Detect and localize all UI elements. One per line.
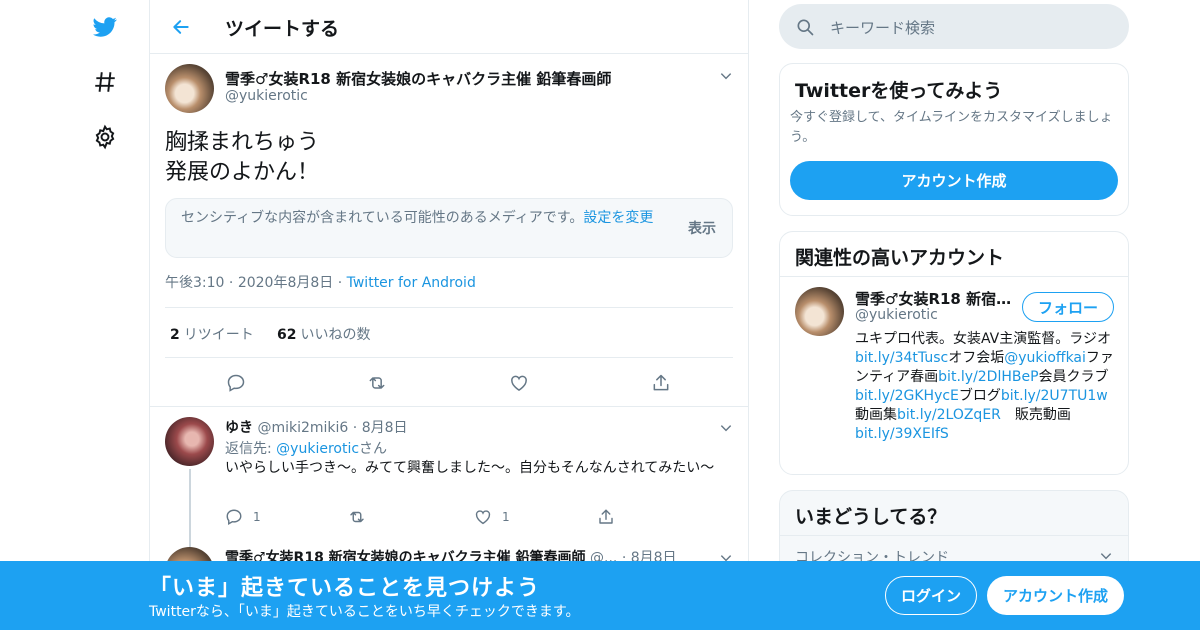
search-icon: [795, 17, 815, 37]
heart-icon[interactable]: [504, 368, 534, 398]
twitter-bird-icon[interactable]: [90, 12, 120, 42]
chevron-down-icon[interactable]: [718, 420, 734, 436]
main-column: ツイートする 雪季♂女装R18 新宿女装娘のキャバクラ主催 鉛筆春画師 @yuk…: [149, 0, 749, 630]
bio-link[interactable]: @yukioffkai: [1004, 350, 1086, 366]
signup-card-subtitle: 今すぐ登録して、タイムラインをカスタマイズしましょう。: [790, 110, 1113, 145]
hashtag-icon[interactable]: [90, 67, 120, 97]
like-count: 1: [502, 510, 510, 524]
reply-text: いやらしい手つき〜。みてて興奮しました〜。自分もそんなんされてみたい〜: [225, 460, 715, 476]
related-account-bio: ユキプロ代表。女装AV主演監督。ラジオ bit.ly/34tTuscオフ会垢@yu…: [855, 330, 1117, 444]
related-card-title: 関連性の高いアカウント: [795, 247, 1005, 269]
tweet-text: 胸揉まれちゅう 発展のよかん！: [165, 128, 319, 188]
back-button[interactable]: [168, 14, 194, 40]
follow-button[interactable]: フォロー: [1022, 292, 1114, 322]
divider: [780, 276, 1128, 277]
tweet-text-line: 胸揉まれちゅう: [165, 130, 320, 155]
banner-title: 「いま」起きていることを見つけよう: [149, 576, 541, 601]
bio-link[interactable]: bit.ly/34tTusc: [855, 350, 948, 366]
bio-text: 販売動画: [1000, 407, 1085, 423]
login-button[interactable]: ログイン: [885, 576, 977, 615]
avatar[interactable]: [165, 417, 214, 466]
bio-text: ユキプロ代表。女装AV主演監督。ラジオ: [855, 331, 1111, 347]
reply-tweet: ゆき @miki2miki6 · 8月8日 返信先: @yukieroticさん…: [150, 407, 748, 547]
bio-text: オフ会垢: [948, 350, 1005, 366]
author-handle[interactable]: @yukierotic: [225, 88, 308, 104]
share-icon: [599, 509, 613, 524]
bio-text: ブログ: [958, 388, 1001, 404]
bio-link[interactable]: bit.ly/2GKHycE: [855, 388, 959, 404]
heart-icon: [475, 510, 491, 525]
reply-date[interactable]: 8月8日: [362, 420, 408, 436]
bio-text: 会員クラブ: [1038, 369, 1109, 385]
bio-link[interactable]: bit.ly/2DlHBeP: [938, 369, 1038, 385]
avatar[interactable]: [165, 64, 214, 113]
thread-line: [189, 469, 191, 547]
tweet-time[interactable]: 午後3:10: [165, 275, 224, 291]
related-account-name[interactable]: 雪季♂女装R18 新宿女装娘のキャバクラ主催 鉛筆春画師: [855, 288, 1015, 309]
tweet-meta: 午後3:10 · 2020年8月8日 · Twitter for Android: [165, 275, 476, 291]
bio-link[interactable]: bit.ly/39XEIfS: [855, 426, 949, 442]
like-stat[interactable]: 62 いいねの数: [277, 324, 370, 344]
page-title: ツイートする: [225, 18, 340, 40]
search-placeholder: キーワード検索: [830, 19, 936, 37]
bio-link[interactable]: bit.ly/2U7TU1w: [1001, 388, 1108, 404]
gear-icon[interactable]: [90, 122, 120, 152]
tweet-date[interactable]: 2020年8月8日: [238, 275, 333, 291]
left-nav: [80, 0, 130, 630]
like-button[interactable]: 1: [474, 507, 510, 527]
replying-to-link[interactable]: @yukierotic: [276, 441, 359, 457]
author-name[interactable]: 雪季♂女装R18 新宿女装娘のキャバクラ主催 鉛筆春画師: [225, 68, 611, 89]
share-icon[interactable]: [646, 368, 676, 398]
related-accounts-card: 関連性の高いアカウント 雪季♂女装R18 新宿女装娘のキャバクラ主催 鉛筆春画師…: [779, 231, 1129, 475]
reply-author-handle[interactable]: @miki2miki6: [257, 420, 348, 436]
signup-banner: 「いま」起きていることを見つけよう Twitterなら、「いま」起きていることを…: [0, 561, 1200, 630]
reply-button[interactable]: 1: [225, 507, 261, 527]
related-account-handle[interactable]: @yukierotic: [855, 307, 938, 323]
sensitive-media-notice: センシティブな内容が含まれている可能性のあるメディアです。設定を変更 表示: [165, 198, 733, 258]
sidebar-right: キーワード検索 Twitterを使ってみよう 今すぐ登録して、タイムラインをカス…: [779, 0, 1129, 630]
reply-author-name[interactable]: ゆき: [225, 420, 253, 436]
chevron-down-icon[interactable]: [718, 68, 734, 84]
reply-icon[interactable]: [221, 368, 251, 398]
bio-text: 動画集: [855, 407, 897, 423]
change-settings-link[interactable]: 設定を変更: [583, 210, 653, 226]
create-account-button[interactable]: アカウント作成: [790, 161, 1118, 200]
retweet-icon: [350, 511, 364, 523]
tweet-actions: [165, 368, 733, 398]
page-header: ツイートする: [150, 0, 748, 54]
tweet-text-line: 発展のよかん！: [165, 160, 320, 185]
banner-subtitle: Twitterなら、「いま」起きていることをいち早くチェックできます。: [149, 604, 580, 620]
sensitive-message: センシティブな内容が含まれている可能性のあるメディアです。設定を変更: [181, 210, 654, 226]
signup-card: Twitterを使ってみよう 今すぐ登録して、タイムラインをカスタマイズしましょ…: [779, 63, 1129, 216]
search-input[interactable]: キーワード検索: [779, 4, 1129, 49]
retweet-icon[interactable]: [362, 368, 392, 398]
bio-link[interactable]: bit.ly/2LOZqER: [897, 407, 1001, 423]
tweet-stats: 2 リツイート 62 いいねの数: [165, 307, 733, 358]
main-tweet: 雪季♂女装R18 新宿女装娘のキャバクラ主催 鉛筆春画師 @yukierotic…: [150, 54, 748, 407]
trends-card-title: いまどうしてる？: [795, 506, 947, 528]
tweet-source[interactable]: Twitter for Android: [347, 275, 476, 291]
replying-to: 返信先: @yukieroticさん: [225, 441, 388, 457]
signup-card-title: Twitterを使ってみよう: [795, 80, 1003, 102]
back-arrow-icon: [173, 20, 189, 34]
divider: [780, 535, 1128, 536]
avatar[interactable]: [795, 287, 844, 336]
reply-count: 1: [253, 510, 261, 524]
show-media-button[interactable]: 表示: [688, 218, 716, 238]
reply-icon: [226, 509, 242, 525]
retweet-stat[interactable]: 2 リツイート: [170, 324, 254, 344]
reply-header: ゆき @miki2miki6 · 8月8日: [225, 420, 408, 436]
retweet-button[interactable]: [347, 507, 367, 527]
share-button[interactable]: [597, 507, 615, 527]
banner-create-account-button[interactable]: アカウント作成: [987, 576, 1124, 615]
